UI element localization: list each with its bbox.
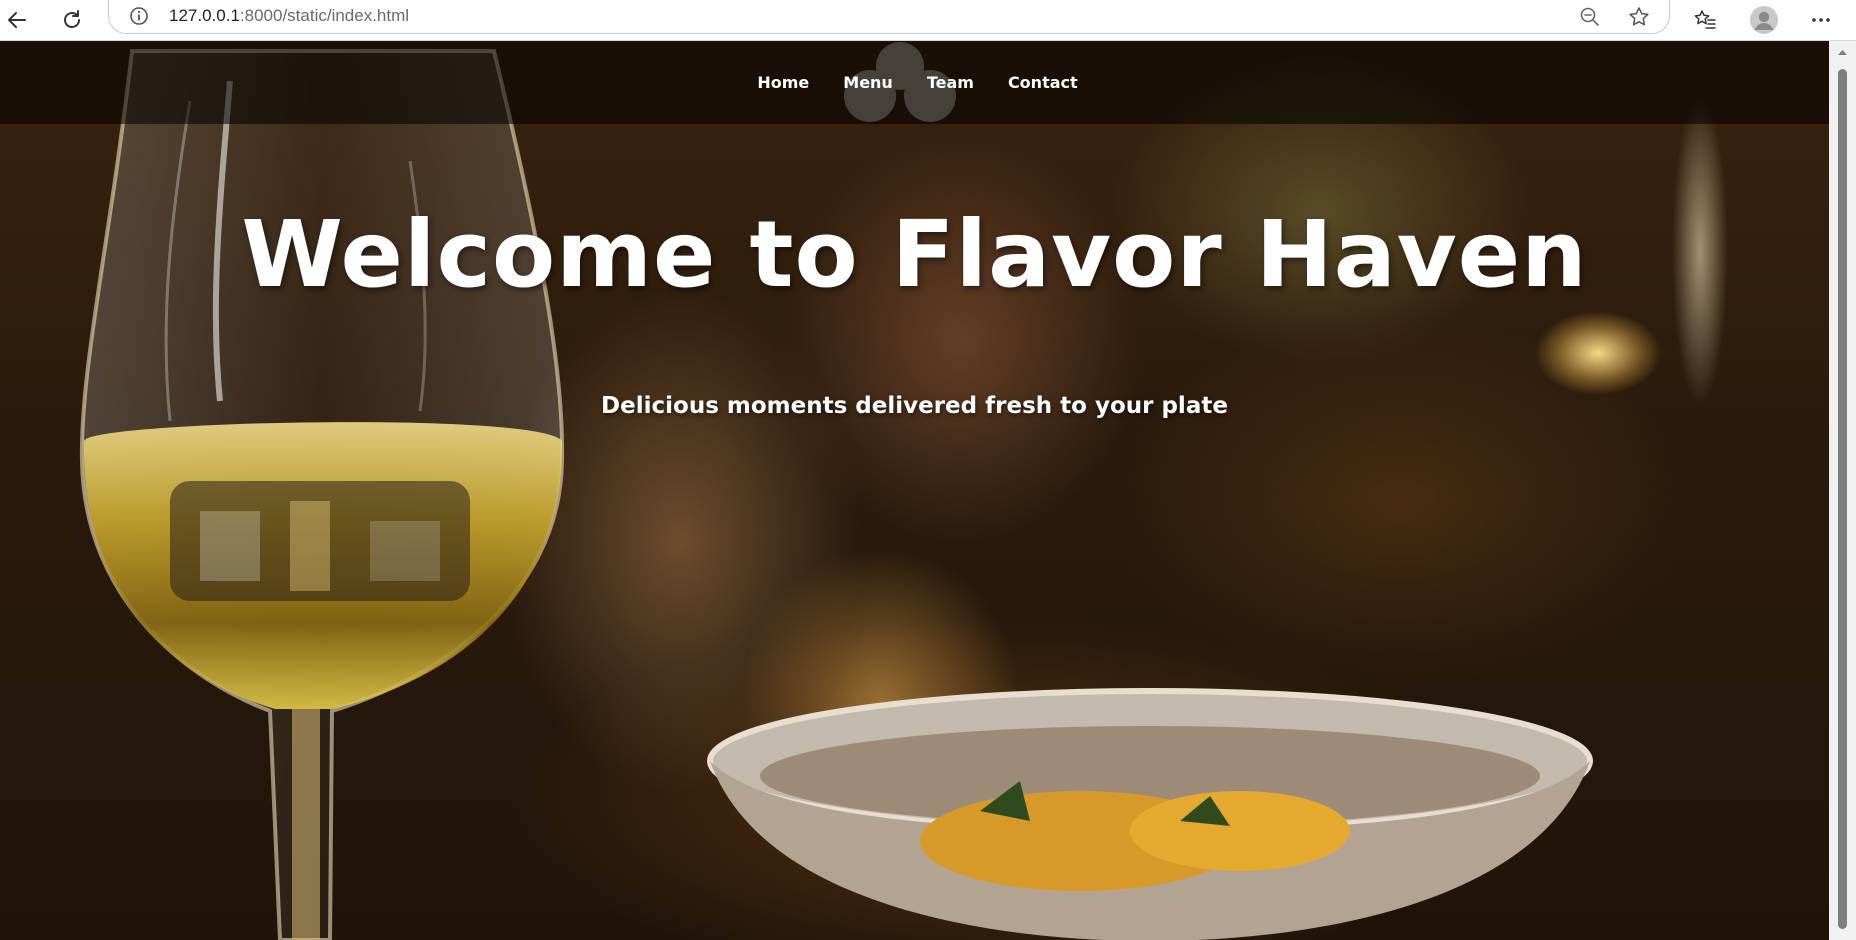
url-path: :8000/static/index.html xyxy=(239,6,410,25)
reload-icon[interactable] xyxy=(55,3,89,37)
scroll-up-arrow-icon[interactable] xyxy=(1837,47,1848,58)
browser-toolbar: 127.0.0.1:8000/static/index.html xyxy=(0,0,1856,41)
address-bar[interactable]: 127.0.0.1:8000/static/index.html xyxy=(108,0,1670,34)
food-bowl-image xyxy=(707,688,1593,940)
info-icon[interactable] xyxy=(129,6,149,26)
zoom-out-icon[interactable] xyxy=(1579,6,1601,28)
back-arrow-icon[interactable] xyxy=(0,3,34,37)
nav-link-team[interactable]: Team xyxy=(927,73,974,92)
nav-links: Home Menu Team Contact xyxy=(0,41,1829,124)
favorites-icon[interactable] xyxy=(1688,3,1722,37)
more-icon[interactable] xyxy=(1804,3,1838,37)
site-navbar: Home Menu Team Contact xyxy=(0,41,1829,124)
hero-title: Welcome to Flavor Haven xyxy=(241,201,1588,308)
url-host: 127.0.0.1 xyxy=(169,6,240,25)
star-icon[interactable] xyxy=(1627,5,1651,29)
nav-link-contact[interactable]: Contact xyxy=(1008,73,1078,92)
hero-section: Home Menu Team Contact Welcome to Flavor… xyxy=(0,41,1829,940)
hero-subtitle: Delicious moments delivered fresh to you… xyxy=(601,393,1228,419)
nav-link-home[interactable]: Home xyxy=(757,73,809,92)
url-text[interactable]: 127.0.0.1:8000/static/index.html xyxy=(169,6,409,26)
scrollbar-thumb[interactable] xyxy=(1838,69,1847,929)
wine-glass-image xyxy=(79,49,565,940)
page-scrollbar[interactable] xyxy=(1829,41,1856,940)
profile-icon[interactable] xyxy=(1747,3,1781,37)
nav-link-menu[interactable]: Menu xyxy=(843,73,893,92)
